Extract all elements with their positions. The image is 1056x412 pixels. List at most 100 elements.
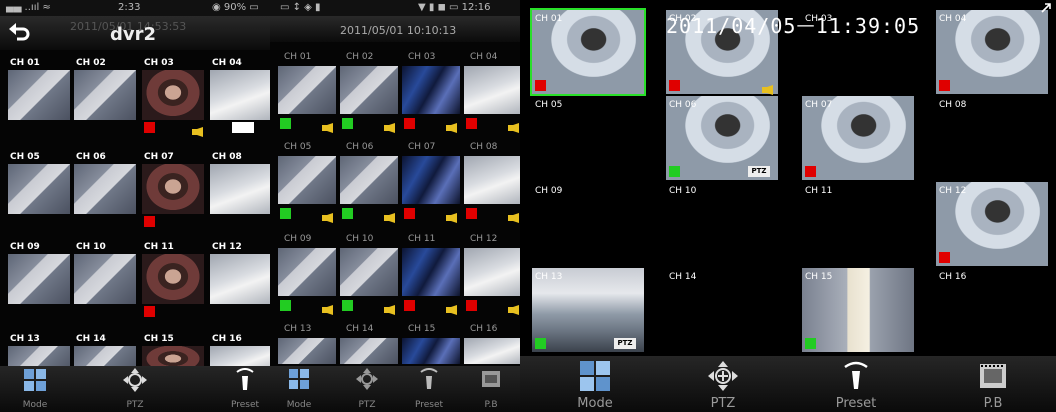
record-indicator <box>466 208 477 219</box>
film-strip-icon <box>980 364 1006 388</box>
live-indicator <box>342 208 353 219</box>
ptz-button[interactable]: PTZ <box>100 366 170 412</box>
audio-speaker-icon <box>446 208 458 223</box>
audio-speaker-icon <box>322 118 334 133</box>
film-strip-icon <box>482 371 500 387</box>
channel-label: CH 13 <box>284 324 312 334</box>
channel-label: CH 07 <box>408 142 436 152</box>
preset-icon <box>844 361 868 389</box>
channel-label: CH 14 <box>346 324 374 334</box>
channel-thumbnail[interactable] <box>8 164 70 214</box>
ptz-arrows-icon <box>123 368 147 392</box>
channel-label: CH 02 <box>346 52 374 62</box>
record-indicator <box>144 306 155 317</box>
audio-speaker-icon <box>446 118 458 133</box>
audio-speaker-icon <box>384 300 396 315</box>
ptz-button[interactable]: PTZ <box>342 366 392 412</box>
mode-button[interactable]: Mode <box>0 366 70 412</box>
channel-label: CH 12 <box>212 242 242 252</box>
live-indicator <box>535 338 546 349</box>
channel-thumbnail[interactable] <box>278 248 336 296</box>
channel-thumbnail[interactable] <box>402 248 460 296</box>
channel-thumbnail[interactable] <box>464 156 520 204</box>
channel-label: CH 08 <box>212 152 242 162</box>
channel-thumbnail[interactable] <box>142 164 204 214</box>
channel-label: CH 15 <box>408 324 436 334</box>
channel-thumbnail[interactable] <box>142 70 204 120</box>
channel-thumbnail[interactable] <box>8 70 70 120</box>
mode-button[interactable]: Mode <box>555 356 635 412</box>
dvr-title: dvr2 <box>110 24 157 45</box>
channel-thumbnail[interactable] <box>340 248 398 296</box>
preset-button[interactable]: Preset <box>404 366 454 412</box>
channel-label: CH 04 <box>470 52 498 62</box>
record-indicator <box>466 118 477 129</box>
ptz-button[interactable]: PTZ <box>683 356 763 412</box>
channel-thumbnail[interactable] <box>402 156 460 204</box>
expand-icon[interactable] <box>1040 2 1052 14</box>
preset-label: Preset <box>414 400 444 410</box>
channel-thumbnail[interactable] <box>278 66 336 114</box>
live-indicator <box>280 208 291 219</box>
channel-label: CH 15 <box>805 272 833 282</box>
phone-screen-2: ▭ ↕ ◈ ▮ ▼ ▮ ◼ ▭ 12:16 2011/05/01 10:10:1… <box>270 0 520 412</box>
phone-screen-1: ▄▄ ..ııl ≈ 2:33 ◉ 90% ▭ 2011/05/01 14:53… <box>0 0 270 412</box>
preset-label: Preset <box>835 396 877 411</box>
audio-speaker-icon <box>762 80 774 95</box>
channel-label: CH 04 <box>212 58 242 68</box>
channel-thumbnail[interactable] <box>210 254 270 304</box>
channel-thumbnail[interactable] <box>142 254 204 304</box>
channel-thumbnail[interactable] <box>340 66 398 114</box>
channel-thumbnail[interactable] <box>402 66 460 114</box>
channel-thumbnail[interactable] <box>74 254 136 304</box>
channel-label: CH 06 <box>346 142 374 152</box>
channel-label: CH 10 <box>76 242 106 252</box>
record-indicator <box>939 252 950 263</box>
channel-thumbnail[interactable] <box>8 254 70 304</box>
channel-thumbnail[interactable] <box>464 248 520 296</box>
channel-label: CH 14 <box>76 334 106 344</box>
channel-thumbnail[interactable] <box>340 338 398 364</box>
mode-button[interactable]: Mode <box>274 366 324 412</box>
channel-thumbnail[interactable] <box>278 156 336 204</box>
channel-thumbnail[interactable] <box>464 338 520 364</box>
audio-speaker-icon <box>384 118 396 133</box>
audio-speaker-icon <box>508 208 520 223</box>
preset-button[interactable]: Preset <box>210 366 270 412</box>
mode-grid-icon <box>580 361 610 391</box>
ptz-badge: PTZ <box>614 338 636 349</box>
channel-label: CH 11 <box>408 234 436 244</box>
playback-button[interactable]: P.B <box>953 356 1033 412</box>
playback-button[interactable]: P.B <box>466 366 516 412</box>
record-indicator <box>144 216 155 227</box>
channel-label: CH 06 <box>669 100 697 110</box>
status-bar: ▭ ↕ ◈ ▮ ▼ ▮ ◼ ▭ 12:16 <box>270 0 520 16</box>
channel-thumbnail[interactable] <box>74 70 136 120</box>
channel-thumbnail[interactable] <box>464 66 520 114</box>
preset-button[interactable]: Preset <box>816 356 896 412</box>
channel-thumbnail[interactable] <box>210 164 270 214</box>
bottom-toolbar: Mode PTZ Preset P.B <box>270 366 520 412</box>
record-indicator <box>535 80 546 91</box>
live-indicator <box>342 118 353 129</box>
record-indicator <box>939 80 950 91</box>
date-label: 2011/05/01 10:10:13 <box>340 24 457 37</box>
channel-thumbnail[interactable] <box>340 156 398 204</box>
mode-label: Mode <box>286 400 312 410</box>
channel-label: CH 07 <box>144 152 174 162</box>
tablet-screen: CH 01 CH 02 CH 03 CH 04 CH 05 CH 06 CH 07 CH 08… <box>520 0 1056 412</box>
audio-speaker-icon <box>508 300 520 315</box>
channel-label: CH 03 <box>144 58 174 68</box>
channel-thumbnail[interactable] <box>402 338 460 364</box>
back-arrow-icon[interactable] <box>8 22 30 42</box>
channel-thumbnail[interactable] <box>278 338 336 364</box>
status-bar: ▄▄ ..ııl ≈ 2:33 ◉ 90% ▭ <box>0 0 270 16</box>
channel-thumbnail[interactable] <box>210 70 270 120</box>
playback-label: P.B <box>983 396 1003 411</box>
record-indicator <box>669 80 680 91</box>
channel-thumbnail[interactable] <box>74 164 136 214</box>
audio-speaker-icon <box>508 118 520 133</box>
audio-speaker-icon <box>384 208 396 223</box>
audio-speaker-icon <box>192 122 204 137</box>
channel-label: CH 01 <box>284 52 312 62</box>
